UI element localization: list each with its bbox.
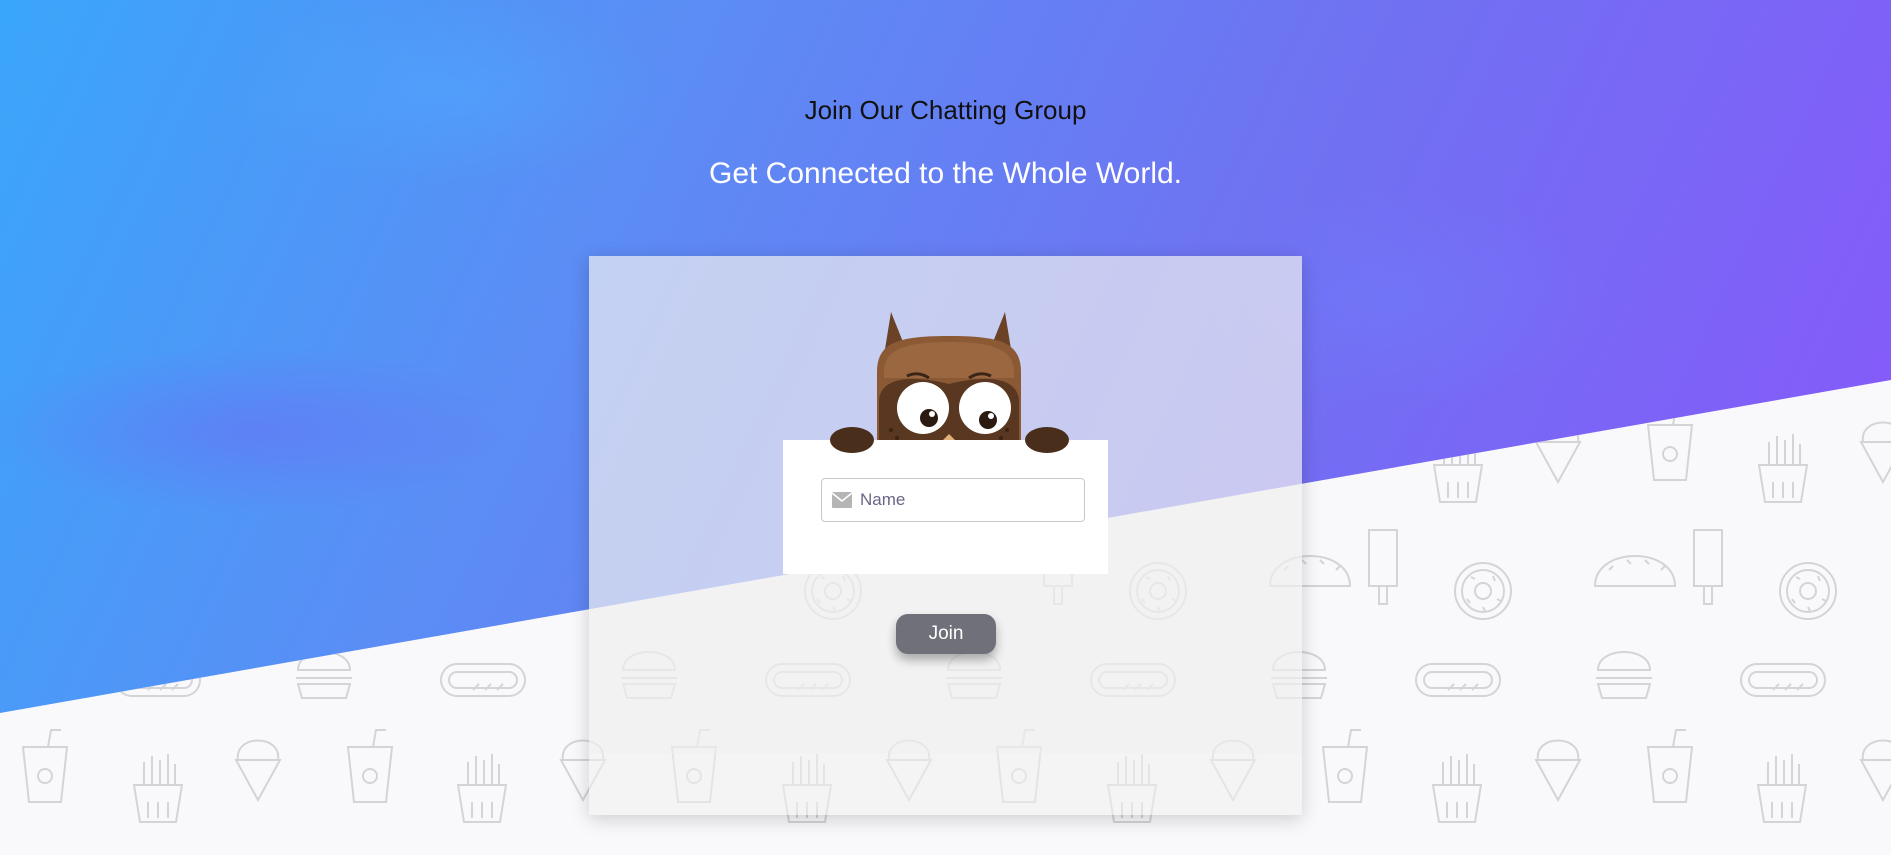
page-subtitle: Get Connected to the Whole World. bbox=[708, 157, 1183, 190]
name-field[interactable] bbox=[821, 478, 1085, 522]
page-title: Join Our Chatting Group bbox=[804, 95, 1087, 125]
join-button[interactable]: Join bbox=[896, 614, 996, 654]
owl-wings bbox=[830, 427, 1069, 453]
name-input[interactable] bbox=[860, 479, 1080, 521]
envelope-icon bbox=[832, 492, 852, 508]
